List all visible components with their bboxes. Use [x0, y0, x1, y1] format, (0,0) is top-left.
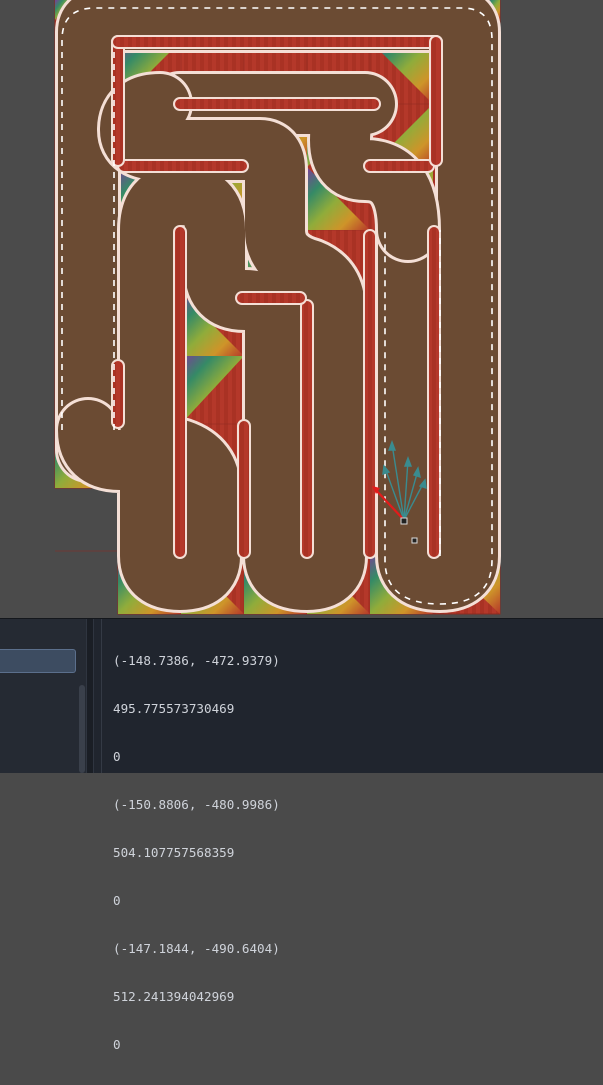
output-line: 0 — [113, 1037, 121, 1052]
output-line: 512.241394042969 — [113, 989, 235, 1004]
selected-tree-item[interactable] — [0, 649, 76, 673]
output-line: (-150.8806, -480.9986) — [113, 797, 280, 812]
output-log: (-148.7386, -472.9379) 495.775573730469 … — [113, 621, 280, 1085]
game-viewport[interactable] — [0, 0, 603, 618]
output-panel: (-148.7386, -472.9379) 495.775573730469 … — [0, 618, 603, 1052]
panel-divider-line — [101, 619, 102, 773]
race-track-map — [54, 0, 501, 615]
output-line: (-148.7386, -472.9379) — [113, 653, 280, 668]
scene-tree-pane[interactable] — [0, 619, 86, 773]
output-line: 0 — [113, 893, 121, 908]
output-line: 504.107757568359 — [113, 845, 235, 860]
output-line: 495.775573730469 — [113, 701, 235, 716]
output-line: (-147.1844, -490.6404) — [113, 941, 280, 956]
panel-splitter[interactable] — [86, 619, 94, 773]
scrollbar[interactable] — [79, 685, 85, 773]
output-line: 0 — [113, 749, 121, 764]
